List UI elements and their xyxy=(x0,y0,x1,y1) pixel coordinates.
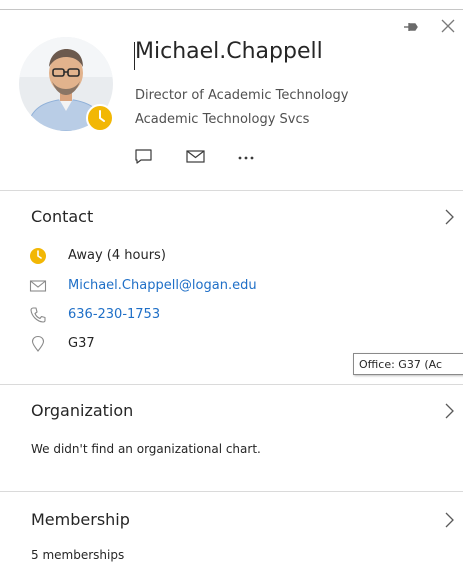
close-icon[interactable] xyxy=(440,18,456,34)
email-link[interactable]: Michael.Chappell@logan.edu xyxy=(68,278,257,293)
presence-status: Away (4 hours) xyxy=(68,248,166,263)
office-tooltip: Office: G37 (Ac xyxy=(353,353,463,375)
top-border xyxy=(0,9,463,10)
location-icon xyxy=(31,335,45,352)
more-icon[interactable] xyxy=(236,148,256,166)
person-name[interactable]: Michael.Chappell xyxy=(135,39,323,64)
department: Academic Technology Svcs xyxy=(135,112,310,127)
pin-icon[interactable] xyxy=(403,20,421,34)
job-title: Director of Academic Technology xyxy=(135,88,349,103)
phone-link[interactable]: 636-230-1753 xyxy=(68,307,160,322)
away-clock-icon xyxy=(30,248,46,264)
chevron-right-icon[interactable] xyxy=(443,208,455,226)
contact-heading[interactable]: Contact xyxy=(31,207,93,226)
divider xyxy=(0,491,463,492)
membership-count: 5 memberships xyxy=(31,548,125,562)
office-location: G37 xyxy=(68,336,95,351)
divider xyxy=(0,384,463,385)
chevron-right-icon[interactable] xyxy=(443,402,455,420)
organization-heading[interactable]: Organization xyxy=(31,401,133,420)
chat-icon[interactable] xyxy=(134,148,154,166)
divider xyxy=(0,190,463,191)
phone-icon xyxy=(30,307,46,323)
mail-icon[interactable] xyxy=(185,148,207,166)
chevron-right-icon[interactable] xyxy=(443,511,455,529)
membership-heading[interactable]: Membership xyxy=(31,510,130,529)
away-status-icon xyxy=(86,104,114,132)
organization-message: We didn't find an organizational chart. xyxy=(31,442,261,456)
email-icon xyxy=(29,280,47,292)
